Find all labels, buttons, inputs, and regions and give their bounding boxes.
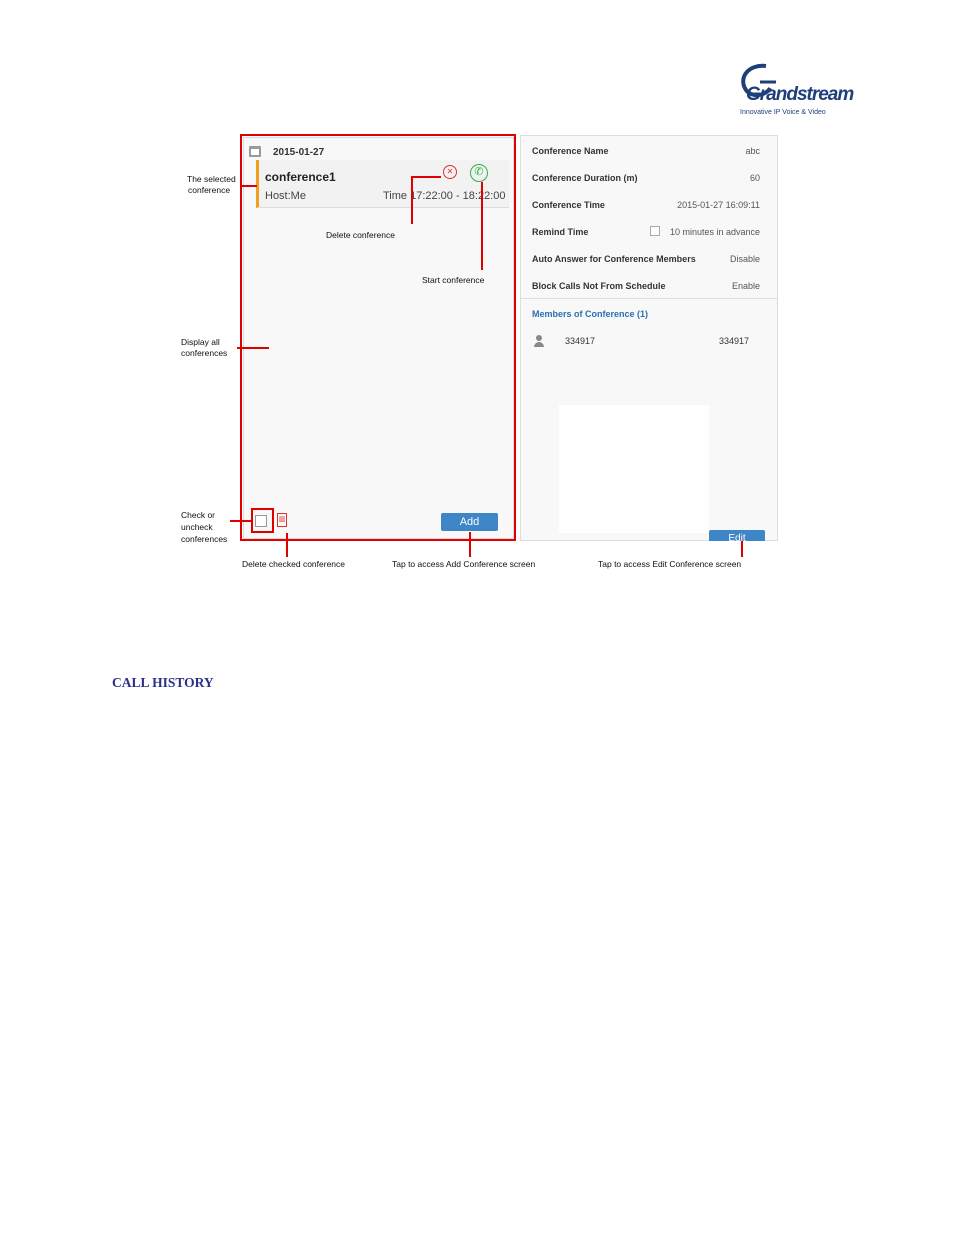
annotation-delete-checked: Delete checked conference [242, 559, 346, 569]
annotation-line-start [481, 182, 483, 270]
annotation-selected: The selected conference [187, 174, 236, 196]
annotation-line-delete-h [411, 176, 441, 178]
detail-label-time: Conference Time [532, 200, 605, 210]
annotation-check: Check or uncheck conferences [181, 509, 227, 545]
detail-label-auto-answer: Auto Answer for Conference Members [532, 254, 696, 264]
annotation-line-add [469, 532, 471, 557]
annotation-start-conference: Start conference [422, 275, 485, 285]
detail-value-time: 2015-01-27 16:09:11 [677, 200, 760, 210]
person-icon [534, 335, 544, 347]
detail-divider [521, 298, 777, 299]
annotation-check-line1: Check or [181, 510, 216, 520]
annotation-tap-edit: Tap to access Edit Conference screen [598, 559, 742, 569]
annotation-check-line3: conferences [181, 534, 228, 544]
logo-wordmark: Grandstream [746, 84, 854, 105]
member-number: 334917 [719, 336, 750, 346]
annotation-line-selected [242, 185, 257, 187]
members-title: Members of Conference (1) [532, 309, 649, 319]
detail-value-block-calls: Enable [731, 281, 760, 291]
annotation-selected-line1: The selected [187, 174, 236, 184]
detail-value-remind: 10 minutes in advance [669, 227, 760, 237]
annotation-delete-conference: Delete conference [326, 230, 395, 240]
remind-checkbox[interactable] [650, 226, 660, 236]
section-heading: CALL HISTORY [112, 675, 214, 690]
annotation-line-edit [741, 541, 743, 557]
annotation-tap-add: Tap to access Add Conference screen [392, 559, 536, 569]
detail-label-duration: Conference Duration (m) [532, 173, 638, 183]
annotation-line-display [237, 347, 269, 349]
member-name: 334917 [565, 336, 596, 346]
detail-value-auto-answer: Disable [729, 254, 760, 264]
annotation-line-check [230, 520, 252, 522]
annotation-selected-line2: conference [188, 185, 231, 195]
logo-tagline: Innovative IP Voice & Video [740, 109, 826, 116]
detail-value-duration: 60 [749, 173, 760, 183]
edit-conference-button[interactable]: Edit [709, 530, 765, 541]
annotation-display-line1: Display all [181, 337, 220, 347]
annotation-display-line2: conferences [181, 348, 228, 358]
detail-label-block-calls: Block Calls Not From Schedule [532, 281, 666, 291]
annotation-check-line2: uncheck [181, 522, 213, 532]
annotation-display: Display all conferences [181, 337, 227, 359]
annotation-line-delete-checked [286, 533, 288, 557]
detail-label-remind: Remind Time [532, 227, 589, 237]
annotation-line-delete [411, 176, 413, 224]
grandstream-logo: Grandstream Innovative IP Voice & Video [736, 60, 854, 120]
list-highlight-box [240, 134, 516, 541]
detail-label-name: Conference Name [532, 146, 609, 156]
members-blank-area [559, 405, 709, 533]
detail-value-name: abc [745, 146, 760, 156]
